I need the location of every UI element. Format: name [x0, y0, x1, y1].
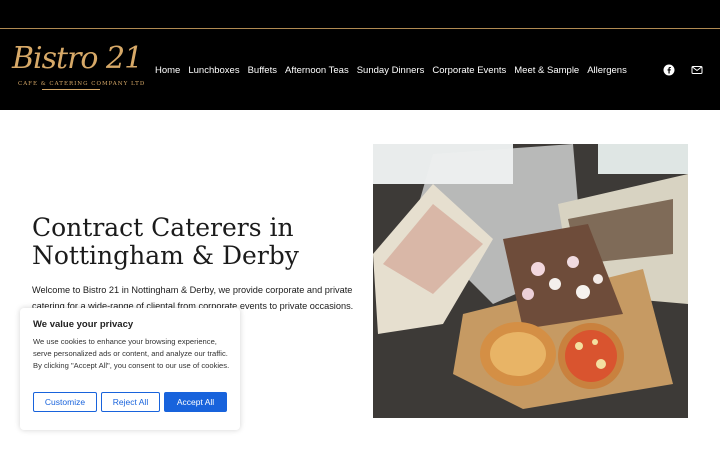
nav-buffets[interactable]: Buffets	[248, 65, 277, 76]
nav-lunchboxes[interactable]: Lunchboxes	[188, 65, 239, 76]
envelope-icon[interactable]	[691, 64, 703, 76]
logo-subtitle: CAFE & CATERING COMPANY LTD	[18, 81, 146, 87]
nav-afternoon-teas[interactable]: Afternoon Teas	[285, 65, 349, 76]
lunchbox-photo	[373, 144, 688, 418]
hero-title: Contract Caterers in Nottingham & Derby	[32, 213, 299, 270]
cookie-title: We value your privacy	[33, 319, 134, 330]
reject-all-button[interactable]: Reject All	[101, 392, 160, 412]
nav-sunday-dinners[interactable]: Sunday Dinners	[357, 65, 425, 76]
nav-allergens[interactable]: Allergens	[587, 65, 627, 76]
accept-all-button[interactable]: Accept All	[164, 392, 227, 412]
customize-button[interactable]: Customize	[33, 392, 97, 412]
nav-corporate-events[interactable]: Corporate Events	[432, 65, 506, 76]
top-bar	[0, 0, 720, 28]
main-nav: Home Lunchboxes Buffets Afternoon Teas S…	[155, 65, 635, 76]
facebook-icon[interactable]	[663, 64, 675, 76]
cookie-text: We use cookies to enhance your browsing …	[33, 337, 230, 370]
nav-home[interactable]: Home	[155, 65, 180, 76]
logo-text: Bistro 21	[12, 41, 143, 76]
cookie-consent-banner: We value your privacy We use cookies to …	[20, 308, 240, 430]
nav-meet-sample[interactable]: Meet & Sample	[514, 65, 579, 76]
site-header: Bistro 21 CAFE & CATERING COMPANY LTD Ho…	[0, 29, 720, 110]
logo-ornament	[42, 89, 100, 90]
logo[interactable]: Bistro 21 CAFE & CATERING COMPANY LTD	[12, 41, 144, 95]
lunchbox-illustration	[373, 144, 688, 418]
